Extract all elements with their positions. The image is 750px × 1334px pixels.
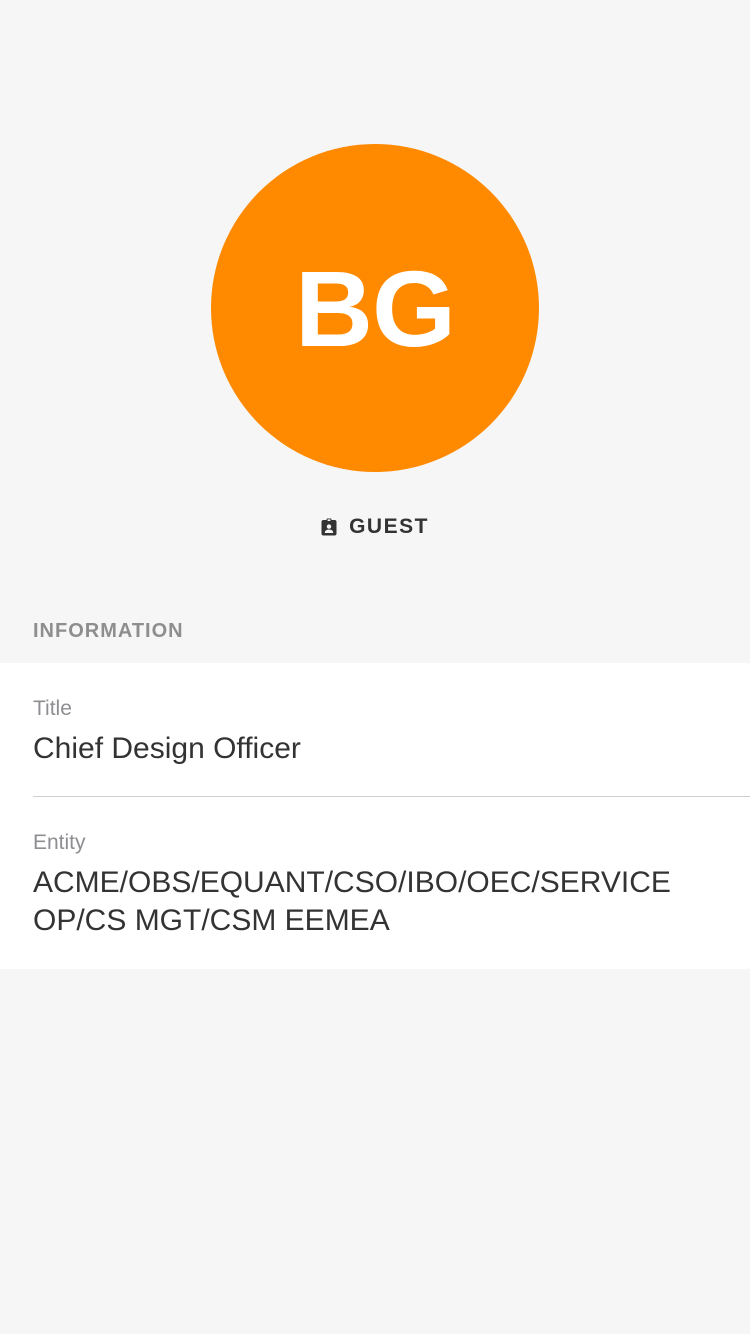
profile-screen: BG GUEST INFORMATION Title Chief Design … bbox=[0, 0, 750, 1334]
information-card: Title Chief Design Officer Entity ACME/O… bbox=[0, 663, 750, 969]
field-entity: Entity ACME/OBS/EQUANT/CSO/IBO/OEC/SERVI… bbox=[33, 830, 750, 940]
field-value: ACME/OBS/EQUANT/CSO/IBO/OEC/SERVICE OP/C… bbox=[33, 866, 671, 937]
badge-icon bbox=[321, 518, 337, 536]
role-badge: GUEST bbox=[0, 512, 750, 542]
avatar: BG bbox=[211, 144, 539, 472]
field-label: Entity bbox=[33, 831, 86, 854]
role-label: GUEST bbox=[349, 515, 429, 538]
field-label: Title bbox=[33, 697, 72, 720]
avatar-initials: BG bbox=[295, 248, 456, 369]
field-value: Chief Design Officer bbox=[33, 732, 301, 765]
divider bbox=[33, 796, 750, 797]
section-header-information: INFORMATION bbox=[33, 620, 184, 642]
field-title: Title Chief Design Officer bbox=[33, 696, 750, 768]
